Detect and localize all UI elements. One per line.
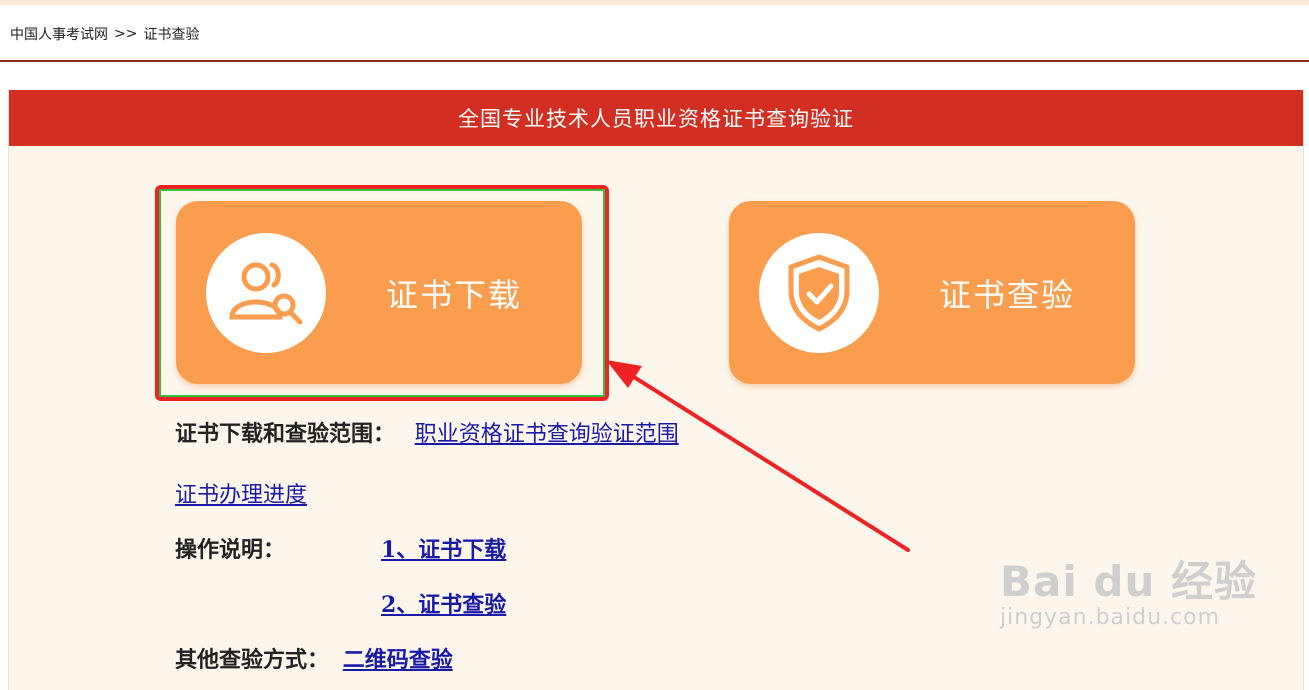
scope-row: 证书下载和查验范围： 职业资格证书查询验证范围 bbox=[175, 416, 679, 448]
panel-title: 全国专业技术人员职业资格证书查询验证 bbox=[9, 90, 1303, 146]
shield-check-icon bbox=[759, 232, 879, 353]
certificate-download-button[interactable]: 证书下载 bbox=[176, 201, 582, 384]
scope-link[interactable]: 职业资格证书查询验证范围 bbox=[415, 422, 679, 447]
scope-label: 证书下载和查验范围： bbox=[175, 422, 396, 447]
breadcrumb-current: 证书查验 bbox=[143, 27, 200, 43]
certificate-download-label: 证书下载 bbox=[386, 275, 523, 314]
baidu-jingyan-watermark: Bai du 经验 jingyan.baidu.com bbox=[1000, 548, 1257, 630]
top-strip bbox=[0, 0, 1309, 5]
certificate-verify-label: 证书查验 bbox=[939, 275, 1076, 314]
instruction-download-row: 1、证书下载 bbox=[381, 532, 506, 564]
instructions-label: 操作说明： bbox=[175, 538, 286, 563]
instruction-verify-row: 2、证书查验 bbox=[381, 587, 506, 619]
other-methods-row: 其他查验方式： 二维码查验 bbox=[175, 642, 453, 674]
breadcrumb-home-link[interactable]: 中国人事考试网 bbox=[10, 24, 108, 44]
instruction-verify-link[interactable]: 2、证书查验 bbox=[381, 592, 506, 618]
breadcrumb: 中国人事考试网 >> 证书查验 bbox=[10, 24, 199, 44]
instruction-download-link[interactable]: 1、证书下载 bbox=[381, 537, 506, 563]
watermark-url: jingyan.baidu.com bbox=[1000, 605, 1221, 630]
progress-link[interactable]: 证书办理进度 bbox=[175, 483, 307, 508]
certificate-verify-button[interactable]: 证书查验 bbox=[729, 201, 1135, 384]
qr-verify-link[interactable]: 二维码查验 bbox=[343, 647, 453, 673]
watermark-logo: Bai du 经验 bbox=[1000, 557, 1257, 606]
other-methods-label: 其他查验方式： bbox=[175, 648, 330, 673]
user-search-icon bbox=[206, 232, 326, 353]
progress-row: 证书办理进度 bbox=[175, 477, 307, 509]
breadcrumb-divider bbox=[0, 60, 1309, 62]
breadcrumb-separator: >> bbox=[114, 26, 138, 42]
